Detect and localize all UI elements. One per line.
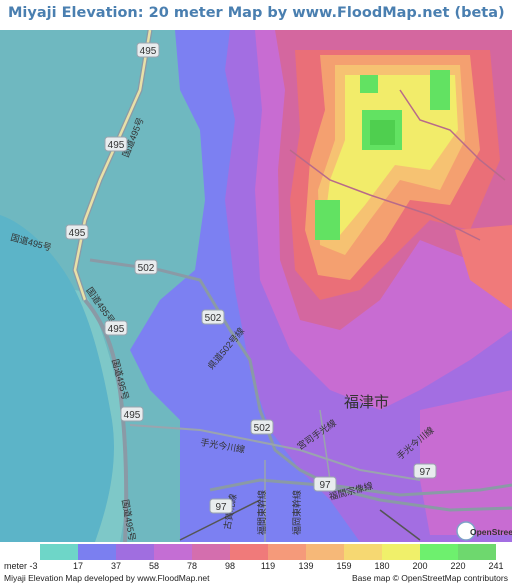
legend-swatch xyxy=(230,544,269,560)
osm-logo-text: OpenStreetMap xyxy=(470,527,512,537)
road-label: 福岡東幹線 xyxy=(291,490,302,535)
legend-label: meter -3 xyxy=(4,561,38,571)
route-number: 495 xyxy=(140,46,157,57)
peak-green-1b xyxy=(370,120,395,145)
legend-swatch xyxy=(306,544,345,560)
peak-green-2 xyxy=(430,70,450,110)
route-number: 97 xyxy=(215,502,227,513)
legend-swatch xyxy=(154,544,193,560)
route-number: 502 xyxy=(254,423,271,434)
peak-green-4 xyxy=(315,200,340,240)
legend-label: 17 xyxy=(72,561,84,571)
legend-label: 78 xyxy=(186,561,198,571)
route-sign: 97 xyxy=(413,463,437,479)
map-canvas[interactable]: 国道495号 国道495号 国道495号 国道495号 国道495号 県道502… xyxy=(0,30,512,542)
road-label: 福間東幹線 xyxy=(256,490,267,535)
legend-color-bar xyxy=(40,544,496,560)
legend-swatch xyxy=(116,544,155,560)
legend-swatch xyxy=(458,544,496,560)
legend-swatch xyxy=(268,544,307,560)
route-number: 97 xyxy=(419,467,431,478)
peak-green-3 xyxy=(360,75,378,93)
route-sign: 502 xyxy=(250,419,274,435)
zone-magenta-se xyxy=(420,390,512,535)
route-number: 495 xyxy=(69,228,86,239)
legend-swatch xyxy=(78,544,117,560)
legend-label: 159 xyxy=(336,561,352,571)
route-number: 502 xyxy=(138,263,155,274)
route-number: 97 xyxy=(319,480,331,491)
legend-label: 180 xyxy=(374,561,390,571)
route-sign: 502 xyxy=(201,309,225,325)
legend-label: 200 xyxy=(412,561,428,571)
route-sign: 502 xyxy=(134,259,158,275)
legend-swatch xyxy=(40,544,79,560)
legend-label: 139 xyxy=(298,561,314,571)
elevation-map[interactable]: 国道495号 国道495号 国道495号 国道495号 国道495号 県道502… xyxy=(0,30,512,542)
legend-swatch xyxy=(420,544,459,560)
legend-swatch xyxy=(344,544,383,560)
legend-swatch xyxy=(192,544,231,560)
title-bar: Miyaji Elevation: 20 meter Map by www.Fl… xyxy=(0,0,512,30)
route-sign: 97 xyxy=(209,498,233,514)
route-sign: 495 xyxy=(104,136,128,152)
route-sign: 495 xyxy=(104,320,128,336)
legend-swatch xyxy=(382,544,421,560)
route-number: 495 xyxy=(108,140,125,151)
route-sign: 495 xyxy=(136,42,160,58)
elevation-legend: meter -3 17 37 58 78 98 119 139 159 180 200 220 241 … xyxy=(0,542,512,583)
route-sign: 495 xyxy=(120,406,144,422)
route-number: 502 xyxy=(205,313,222,324)
legend-label: 37 xyxy=(110,561,122,571)
route-number: 495 xyxy=(124,410,141,421)
legend-label: 58 xyxy=(148,561,160,571)
page-title: Miyaji Elevation: 20 meter Map by www.Fl… xyxy=(8,5,505,21)
route-number: 495 xyxy=(108,324,125,335)
city-label: 福津市 xyxy=(344,393,389,411)
route-sign: 97 xyxy=(313,476,337,492)
legend-label: 119 xyxy=(260,561,276,571)
legend-label: 241 xyxy=(488,561,504,571)
legend-label: 98 xyxy=(224,561,236,571)
legend-label: 220 xyxy=(450,561,466,571)
route-sign: 495 xyxy=(65,224,89,240)
